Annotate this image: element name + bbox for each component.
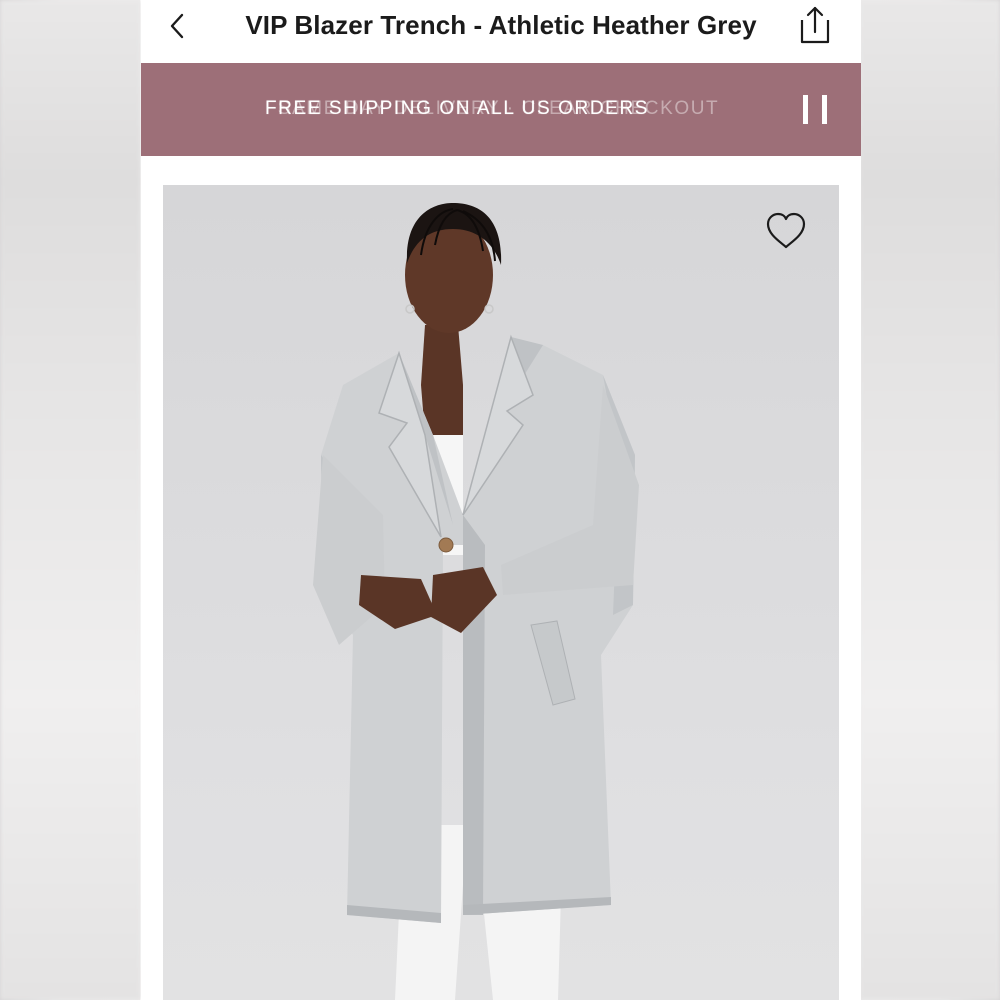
model-photo [313,203,639,1000]
left-backdrop [0,0,141,1000]
share-button[interactable] [797,5,833,45]
right-backdrop [859,0,1000,1000]
product-page: VIP Blazer Trench - Athletic Heather Gre… [141,0,861,1000]
back-button[interactable] [163,9,191,43]
share-icon [800,6,830,44]
pause-icon [803,95,808,124]
product-image[interactable] [163,185,839,1000]
wishlist-button[interactable] [765,211,807,251]
top-nav-bar: VIP Blazer Trench - Athletic Heather Gre… [141,0,861,63]
pause-button[interactable] [803,95,827,125]
heart-outline-icon [766,212,806,249]
chevron-left-icon [170,13,184,39]
promo-banner: SAME DAY DELIVERY · CLEAR CHECKOUT FREE … [141,63,861,156]
pause-icon-bar [822,95,827,124]
page-title: VIP Blazer Trench - Athletic Heather Gre… [245,10,757,40]
promo-message: FREE SHIPPING ON ALL US ORDERS [264,98,650,119]
